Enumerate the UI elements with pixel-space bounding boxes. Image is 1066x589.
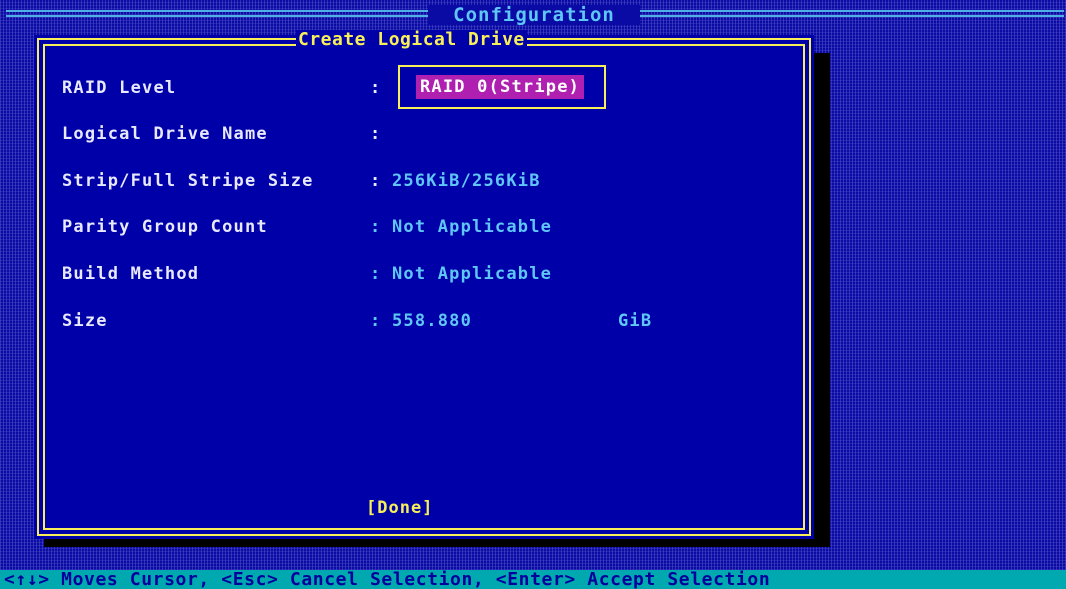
field-size[interactable]: Size : 558.880 GiB	[62, 310, 651, 332]
field-label: Size	[62, 311, 108, 331]
field-colon: :	[370, 311, 382, 331]
parity-group-count-value: Not Applicable	[392, 217, 553, 237]
size-input[interactable]: 558.880	[392, 310, 472, 332]
raid-level-value[interactable]: RAID 0(Stripe)	[416, 75, 585, 99]
dialog-frame-inner	[43, 44, 805, 530]
field-label: Parity Group Count	[62, 217, 268, 237]
field-label: Logical Drive Name	[62, 124, 268, 144]
dialog-title: Create Logical Drive	[296, 29, 527, 50]
build-method-value: Not Applicable	[392, 264, 553, 284]
field-colon: :	[370, 217, 382, 237]
strip-size-value: 256KiB/256KiB	[392, 171, 541, 191]
field-colon: :	[370, 264, 382, 284]
field-label: Build Method	[62, 264, 200, 284]
size-unit: GiB	[618, 311, 653, 331]
field-colon: :	[370, 171, 382, 191]
screen-title: Configuration	[428, 5, 640, 25]
raid-level-select[interactable]: RAID 0(Stripe)	[398, 65, 606, 109]
field-strip-size: Strip/Full Stripe Size : 256KiB/256KiB	[62, 170, 539, 192]
title-bar: Configuration	[6, 5, 1064, 25]
status-bar: <↑↓> Moves Cursor, <Esc> Cancel Selectio…	[0, 570, 1066, 589]
field-logical-drive-name[interactable]: Logical Drive Name :	[62, 123, 380, 145]
field-label: Strip/Full Stripe Size	[62, 171, 314, 191]
field-label: RAID Level	[62, 78, 177, 98]
field-raid-level: RAID Level :	[62, 77, 380, 99]
create-logical-drive-dialog: Create Logical Drive RAID Level : RAID 0…	[34, 30, 814, 539]
bios-screen: Configuration Create Logical Drive RAID …	[0, 0, 1066, 589]
done-button[interactable]: [Done]	[366, 497, 433, 519]
field-colon: :	[370, 78, 382, 98]
field-build-method: Build Method : Not Applicable	[62, 263, 551, 285]
field-parity-group-count: Parity Group Count : Not Applicable	[62, 216, 551, 238]
field-colon: :	[370, 124, 382, 144]
